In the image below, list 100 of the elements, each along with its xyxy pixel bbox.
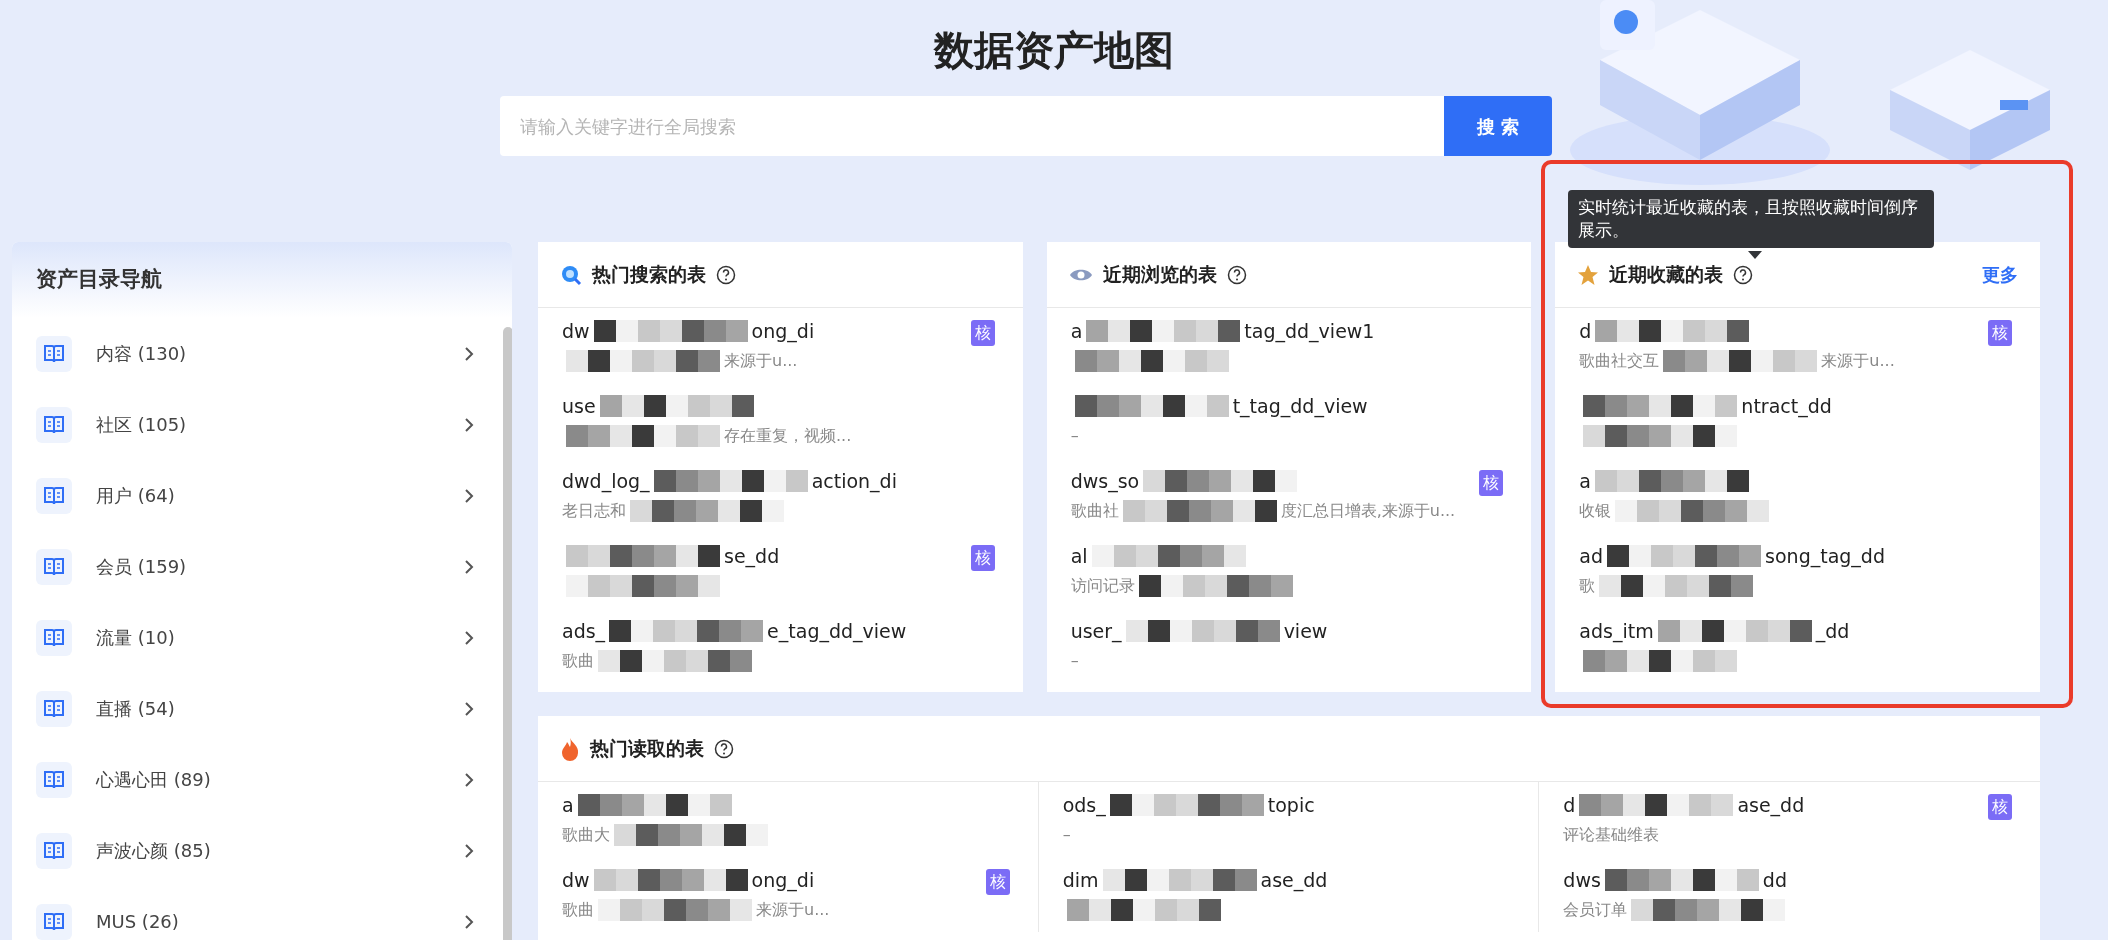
sidebar-item[interactable]: 直播 (54) — [12, 673, 486, 744]
table-description: – — [1062, 824, 1071, 846]
table-name: dws — [1563, 867, 1601, 893]
book-icon — [43, 343, 65, 364]
sidebar-item[interactable]: 声波心颜 (85) — [12, 815, 486, 886]
sidebar-item[interactable]: 用户 (64) — [12, 460, 486, 531]
book-icon — [43, 414, 65, 435]
table-name: ase_dd — [1737, 792, 1805, 819]
table-description: 歌曲社 — [1070, 500, 1119, 522]
search-field[interactable]: 请输入关键字进行全局搜索 — [500, 96, 1444, 156]
table-description: 来源于u... — [1821, 350, 1895, 372]
panel-title: 近期收藏的表 — [1609, 262, 1724, 288]
book-icon — [43, 840, 65, 861]
search-icon — [560, 263, 582, 286]
core-tag: 核 — [1988, 794, 2012, 820]
book-icon — [43, 769, 65, 790]
more-link[interactable]: 更多 — [1982, 261, 2018, 288]
table-description: 存在重复，视频... — [724, 425, 852, 447]
sidebar-item[interactable]: 会员 (159) — [12, 531, 486, 602]
table-description: 度汇总日增表,来源于u... — [1280, 500, 1456, 522]
table-name: user_ — [1070, 618, 1122, 645]
star-icon — [1577, 263, 1600, 286]
table-name: dd — [1762, 867, 1787, 893]
help-icon[interactable] — [1733, 264, 1754, 285]
tooltip-arrow — [1748, 251, 1762, 259]
table-name: a — [1070, 318, 1083, 344]
panel-title: 近期浏览的表 — [1102, 262, 1217, 288]
chevron-right-icon — [464, 559, 474, 574]
core-tag: 核 — [970, 320, 995, 346]
table-name: ods_ — [1062, 792, 1106, 819]
core-tag: 核 — [1988, 320, 2012, 346]
chevron-right-icon — [464, 914, 474, 929]
table-name: song_tag_dd — [1765, 543, 1885, 570]
table-name: ad — [1579, 543, 1604, 569]
table-name: d — [1563, 792, 1576, 818]
table-description: 歌曲 — [562, 650, 594, 672]
core-tag: 核 — [1479, 470, 1504, 496]
page-title: 数据资产地图 — [932, 26, 1175, 74]
table-name: ads_ — [562, 618, 606, 645]
table-description: 歌 — [1579, 575, 1596, 597]
sidebar-item[interactable]: 心遇心田 (89) — [12, 744, 486, 815]
table-description: – — [1070, 650, 1079, 672]
help-icon[interactable] — [716, 264, 736, 285]
sidebar-item[interactable]: 内容 (130) — [12, 318, 486, 389]
table-description: 评论基础维表 — [1563, 824, 1660, 846]
panel-title: 热门读取的表 — [590, 736, 704, 762]
fire-icon — [560, 736, 580, 761]
table-name: a — [562, 792, 574, 818]
chevron-right-icon — [464, 346, 474, 361]
table-name: d — [1579, 318, 1592, 344]
chevron-right-icon — [464, 772, 474, 787]
table-name: dim — [1062, 867, 1099, 893]
table-name: _dd — [1815, 618, 1850, 645]
core-tag: 核 — [985, 869, 1010, 895]
core-tag: 核 — [970, 545, 995, 571]
table-name: ong_di — [751, 867, 815, 894]
table-description: 歌曲社交互 — [1579, 350, 1660, 372]
table-name: action_di — [811, 468, 897, 495]
chevron-right-icon — [464, 488, 474, 503]
chevron-right-icon — [464, 843, 474, 858]
tooltip: 实时统计最近收藏的表，且按照收藏时间倒序展示。 — [1568, 190, 1934, 248]
table-description: 访问记录 — [1070, 575, 1135, 597]
book-icon — [43, 698, 65, 719]
scrollbar[interactable] — [503, 327, 512, 940]
help-icon[interactable] — [1226, 264, 1247, 285]
table-name: ads_itm — [1579, 618, 1654, 645]
sidebar-item[interactable]: 社区 (105) — [12, 389, 486, 460]
table-description: 会员订单 — [1563, 899, 1628, 921]
table-description: 来源于u... — [724, 350, 798, 372]
sidebar-item[interactable]: 流量 (10) — [12, 602, 486, 673]
table-name: dw — [562, 318, 590, 344]
table-name: se_dd — [724, 543, 780, 570]
search-button[interactable]: 搜 索 — [1444, 96, 1552, 156]
table-name: dwd_log_ — [562, 468, 650, 495]
book-icon — [43, 911, 65, 932]
table-name: dws_so — [1070, 468, 1140, 495]
table-name: e_tag_dd_view — [767, 618, 907, 645]
table-name: ase_dd — [1260, 867, 1328, 894]
book-icon — [43, 485, 65, 506]
table-name: t_tag_dd_view — [1232, 393, 1368, 420]
table-name: tag_dd_view1 — [1244, 318, 1375, 345]
sidebar-item[interactable]: MUS (26) — [12, 886, 486, 940]
table-name: use — [562, 393, 596, 419]
table-name: topic — [1267, 792, 1315, 818]
book-icon — [43, 627, 65, 648]
table-description: 收银 — [1579, 500, 1612, 522]
table-description: 老日志和 — [562, 500, 626, 522]
table-name: ong_di — [751, 318, 815, 345]
chevron-right-icon — [464, 630, 474, 645]
chevron-right-icon — [464, 417, 474, 432]
panel-title: 热门搜索的表 — [592, 262, 706, 288]
table-name: a — [1579, 468, 1591, 494]
chevron-right-icon — [464, 701, 474, 716]
help-icon[interactable] — [714, 738, 734, 759]
table-name: ntract_dd — [1741, 393, 1832, 420]
table-description: 歌曲 — [562, 899, 594, 921]
table-description: 歌曲大 — [562, 824, 610, 846]
table-description: 来源于u... — [756, 899, 830, 921]
book-icon — [43, 556, 65, 577]
table-name: al — [1070, 543, 1088, 569]
